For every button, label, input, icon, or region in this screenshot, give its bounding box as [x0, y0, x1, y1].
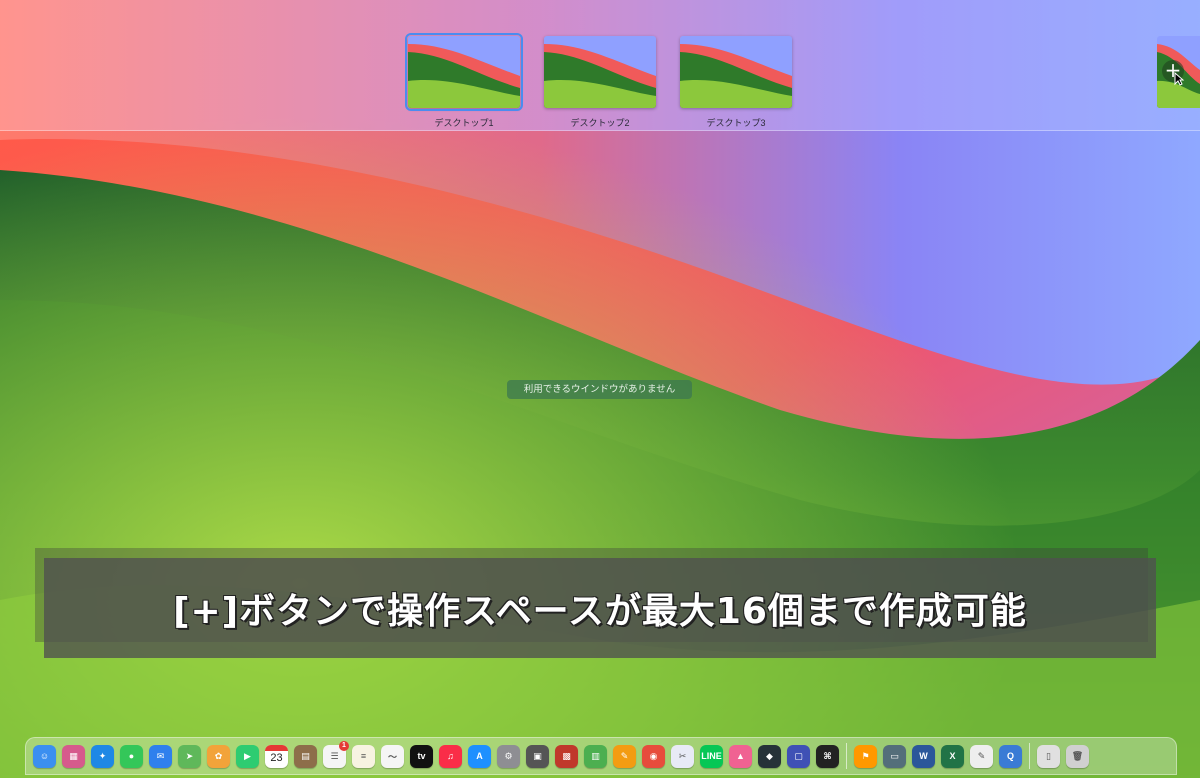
space-wallpaper-thumbnail [408, 36, 520, 108]
dock-icon-glyph: ⚑ [861, 750, 870, 761]
space-label: デスクトップ3 [706, 118, 766, 128]
calendar-icon[interactable]: 23 [265, 744, 288, 768]
dock-icon-glyph: ▩ [562, 750, 571, 761]
notification-badge: 1 [339, 740, 349, 751]
dock-icon-glyph: ✿ [214, 750, 223, 761]
launchpad-icon[interactable]: ▦ [62, 744, 85, 768]
excel-icon[interactable]: X [941, 744, 964, 768]
dock-icon-glyph: ➤ [185, 750, 194, 761]
line-icon[interactable]: LINE [700, 744, 723, 768]
maps-icon[interactable]: ➤ [178, 744, 201, 768]
pages-icon[interactable]: ✎ [613, 744, 636, 768]
dock-icon-glyph: ▦ [69, 750, 78, 761]
facetime-icon[interactable]: ▶ [236, 744, 259, 768]
quicktime-icon[interactable]: Q [999, 744, 1022, 768]
dock-icon-glyph: W [919, 751, 928, 761]
apple-tv-icon[interactable]: tv [410, 744, 433, 768]
migration-icon[interactable]: ✂ [671, 744, 694, 768]
screenshot-icon[interactable]: ▢ [787, 744, 810, 768]
dock-icon-glyph: ✦ [98, 750, 107, 761]
notes-icon[interactable]: ≡ [352, 744, 375, 768]
dock-icon-glyph: ▲ [736, 751, 745, 761]
dock-icon-glyph: ▯ [1046, 750, 1051, 761]
dock-icon-glyph: ▤ [301, 750, 310, 761]
dock-icon-glyph: ☰ [330, 750, 339, 761]
music-icon[interactable]: ♫ [439, 744, 462, 768]
affinity-icon[interactable]: ▲ [729, 744, 752, 768]
calendar-day: 23 [270, 751, 283, 764]
dock-icon-glyph: ≡ [360, 751, 367, 761]
dock-icon-glyph: ▥ [591, 750, 600, 761]
caption-box: [+]ボタンで操作スペースが最大16個まで作成可能 [44, 558, 1156, 658]
mail-icon[interactable]: ✉ [149, 744, 172, 768]
dock-icon-glyph: ✎ [977, 750, 986, 761]
dock-icon-glyph: 🗑 [1071, 750, 1084, 761]
trash-icon[interactable]: 🗑 [1066, 744, 1089, 768]
space-thumbnail[interactable] [405, 33, 523, 111]
dock: ☺ ▦ ✦ ● ✉ ➤ ✿ ▶ 23 ▤ ☰ 1 ≡ 〜 tv ♫ A ⚙ ▣ ▩ ▥ ✎ ◉ ✂ LINE ▲ ◆ ▢ ⌘ ⚑ ▭ W X ✎ Q… [25, 737, 1177, 775]
photo-booth-icon[interactable]: ▩ [555, 744, 578, 768]
space-label: デスクトップ1 [434, 118, 494, 128]
preview-icon[interactable]: ▭ [883, 744, 906, 768]
space-label: デスクトップ2 [570, 118, 630, 128]
photos-icon[interactable]: ✿ [207, 744, 230, 768]
dock-icon-glyph: A [476, 751, 483, 761]
dock-icon-glyph: ✉ [156, 750, 165, 761]
dock-icon-glyph: ⚙ [504, 750, 513, 761]
app-store-icon[interactable]: A [468, 744, 491, 768]
space-wallpaper-thumbnail [544, 36, 656, 108]
textedit-icon[interactable]: ✎ [970, 744, 993, 768]
dock-icon-glyph: ✎ [620, 750, 629, 761]
dock-separator [1029, 743, 1030, 769]
image-capture-icon[interactable]: ▣ [526, 744, 549, 768]
downloads-folder-icon[interactable]: ▯ [1037, 744, 1060, 768]
installer-icon[interactable]: ⚑ [854, 744, 877, 768]
dock-icon-glyph: ♫ [447, 751, 454, 761]
notes-app-icon[interactable]: ▤ [294, 744, 317, 768]
caption-text: [+]ボタンで操作スペースが最大16個まで作成可能 [173, 591, 1027, 632]
system-settings-icon[interactable]: ⚙ [497, 744, 520, 768]
safari-icon[interactable]: ✦ [91, 744, 114, 768]
word-icon[interactable]: W [912, 744, 935, 768]
dock-icon-glyph: LINE [701, 751, 722, 761]
dock-icon-glyph: ✂ [678, 750, 687, 761]
dock-icon-glyph: ⌘ [823, 750, 832, 761]
terminal-icon[interactable]: ⌘ [816, 744, 839, 768]
no-windows-message: 利用できるウインドウがありません [507, 380, 692, 399]
dock-icon-glyph: ● [128, 751, 135, 761]
dock-icon-glyph: ◆ [766, 750, 773, 761]
dock-icon-glyph: ☺ [39, 751, 50, 761]
mouse-cursor-icon [1174, 72, 1184, 86]
dock-icon-glyph: tv [417, 751, 426, 761]
space-desktop-3[interactable]: デスクトップ3 [680, 36, 792, 129]
space-desktop-2[interactable]: デスクトップ2 [544, 36, 656, 129]
dock-icon-glyph: ▢ [794, 750, 803, 761]
dock-icon-glyph: ▭ [890, 750, 899, 761]
chrome-icon[interactable]: ◉ [642, 744, 665, 768]
messages-icon[interactable]: ● [120, 744, 143, 768]
space-desktop-1[interactable]: デスクトップ1 [405, 33, 523, 129]
dock-icon-glyph: X [949, 751, 956, 761]
dock-icon-glyph: ▣ [533, 750, 542, 761]
dock-icon-glyph: 〜 [387, 751, 397, 762]
reminders-icon[interactable]: ☰ 1 [323, 740, 349, 768]
numbers-icon[interactable]: ▥ [584, 744, 607, 768]
space-thumbnail[interactable] [544, 36, 656, 108]
freeform-icon[interactable]: 〜 [381, 744, 404, 768]
dock-icon-glyph: Q [1006, 751, 1014, 761]
space-thumbnail[interactable] [680, 36, 792, 108]
capcut-icon[interactable]: ◆ [758, 744, 781, 768]
space-wallpaper-thumbnail [680, 36, 792, 108]
dock-separator [846, 743, 847, 769]
calendar-month-strip [265, 744, 288, 751]
dock-icon-glyph: ◉ [649, 750, 658, 761]
finder-icon[interactable]: ☺ [33, 744, 56, 768]
dock-icon-glyph: ▶ [244, 750, 251, 761]
